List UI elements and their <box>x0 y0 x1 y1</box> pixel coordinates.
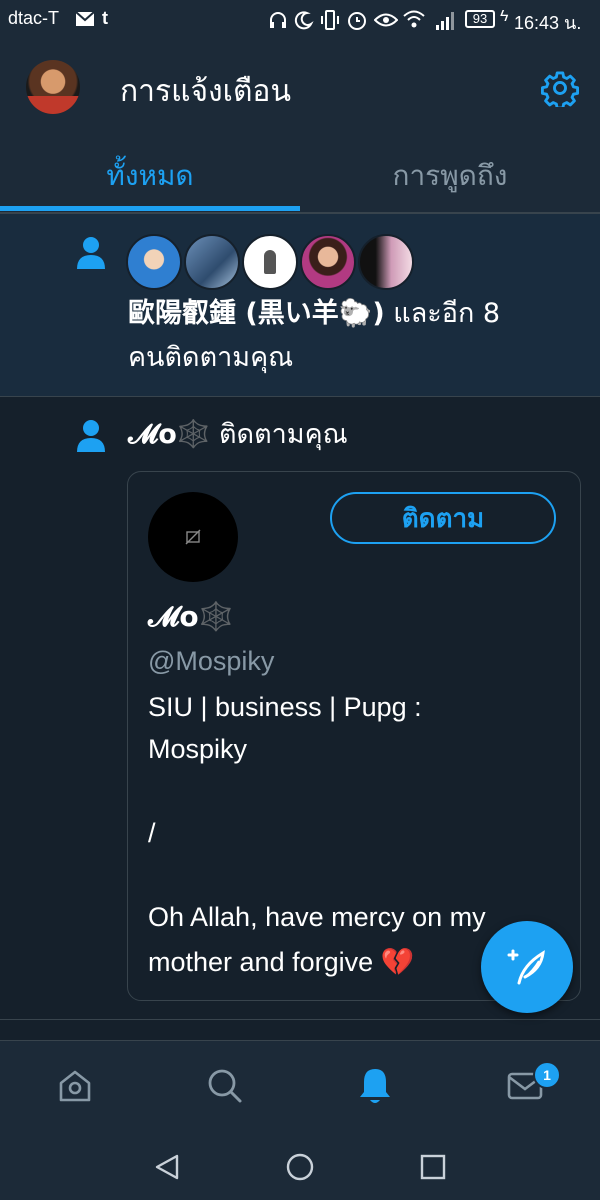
compose-quill-icon <box>507 949 545 985</box>
messages-badge: 1 <box>533 1061 561 1089</box>
signal-icon <box>436 12 454 30</box>
carrier-label: dtac-T <box>8 8 60 28</box>
app-header: การแจ้งเตือน ทั้งหมด การพูดถึง <box>0 40 600 212</box>
notification-text: 𝓜o🕸️ ติดตามคุณ <box>128 415 348 455</box>
tumblr-notification-icon: t <box>102 8 108 28</box>
page-title: การแจ้งเตือน <box>120 74 291 109</box>
bio-line: Oh Allah, have mercy on my <box>148 902 486 932</box>
active-tab-indicator <box>0 206 300 211</box>
list-divider <box>0 1019 600 1020</box>
charging-icon: ϟ <box>500 8 509 25</box>
tab-mentions[interactable]: การพูดถึง <box>300 140 600 212</box>
status-bar: dtac-T t 93 ϟ 16:43 น. <box>0 0 600 40</box>
search-icon[interactable] <box>206 1067 244 1105</box>
notification-text-line1: 歐陽叡鍾 (黒い羊🐑) และอีก 8 <box>128 294 500 334</box>
alarm-icon <box>348 12 366 30</box>
home-icon[interactable] <box>57 1068 93 1104</box>
person-follow-icon <box>77 420 105 452</box>
battery-indicator: 93 <box>465 10 495 28</box>
moon-icon <box>294 11 314 30</box>
gear-icon[interactable] <box>541 69 579 107</box>
bottom-navigation: 1 <box>0 1040 600 1134</box>
tab-all-label: ทั้งหมด <box>106 159 194 192</box>
follower-avatar[interactable] <box>300 234 356 290</box>
follower-avatar[interactable] <box>358 234 414 290</box>
notification-text-line2: คนติดตามคุณ <box>128 342 294 373</box>
tab-all[interactable]: ทั้งหมด <box>0 140 300 212</box>
others-count: และอีก 8 <box>384 298 501 329</box>
broken-image-icon <box>185 529 201 545</box>
follower-avatar[interactable] <box>242 234 298 290</box>
vibrate-icon <box>321 10 339 30</box>
follower-avatar[interactable] <box>126 234 182 290</box>
follower-name[interactable]: 歐陽叡鍾 (黒い羊🐑) <box>128 298 385 329</box>
bio-line: mother and forgive 💔 <box>148 947 415 977</box>
eye-comfort-icon <box>374 13 398 27</box>
follower-avatar[interactable] <box>184 234 240 290</box>
profile-avatar[interactable] <box>26 60 80 114</box>
user-profile-card[interactable]: ติดตาม 𝓜o🕸️ @Mospiky SIU | business | Pu… <box>127 471 581 1001</box>
headphones-icon <box>270 12 286 28</box>
bio-line: Mospiky <box>148 734 248 764</box>
back-icon[interactable] <box>153 1153 181 1181</box>
bio-line: / <box>148 818 156 848</box>
home-circle-icon[interactable] <box>286 1153 314 1181</box>
notifications-bell-icon[interactable] <box>356 1066 394 1106</box>
system-navigation-bar <box>0 1133 600 1200</box>
card-handle[interactable]: @Mospiky <box>148 646 274 677</box>
follow-button[interactable]: ติดตาม <box>330 492 556 544</box>
tab-mentions-label: การพูดถึง <box>392 159 508 192</box>
clock: 16:43 น. <box>514 13 582 33</box>
follow-action-text: ติดตามคุณ <box>219 419 348 450</box>
card-avatar[interactable] <box>148 492 238 582</box>
person-follow-icon <box>77 237 105 269</box>
wifi-icon <box>403 10 425 28</box>
notification-item[interactable]: 歐陽叡鍾 (黒い羊🐑) และอีก 8 คนติดตามคุณ <box>0 214 600 396</box>
compose-tweet-button[interactable] <box>481 921 573 1013</box>
bio-line: SIU | business | Pupg : <box>148 692 422 722</box>
card-display-name[interactable]: 𝓜o🕸️ <box>148 600 233 634</box>
mail-notification-icon <box>76 12 94 26</box>
follower-name[interactable]: 𝓜o🕸️ <box>128 419 210 450</box>
recents-square-icon[interactable] <box>420 1154 446 1180</box>
